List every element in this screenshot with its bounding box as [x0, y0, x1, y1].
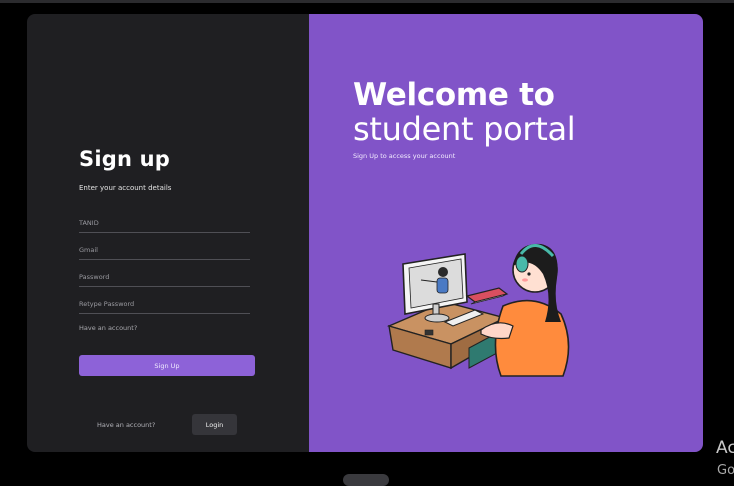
gmail-input[interactable]	[79, 241, 250, 260]
corner-overlay-subtext: Go	[717, 463, 734, 478]
signup-form-panel: Sign up Enter your account details Have …	[27, 14, 309, 452]
corner-overlay-text: Ac	[716, 438, 734, 458]
retype-password-input[interactable]	[79, 295, 250, 314]
welcome-subtitle: Sign Up to access your account	[353, 152, 456, 160]
taskbar-pill	[343, 474, 389, 486]
welcome-panel: Welcome to student portal Sign Up to acc…	[309, 14, 703, 452]
footer-have-account-text: Have an account?	[97, 421, 156, 429]
password-input[interactable]	[79, 268, 250, 287]
student-laptop-illustration	[386, 243, 570, 377]
signup-subtitle: Enter your account details	[79, 184, 172, 192]
top-edge-line	[0, 0, 734, 3]
tanid-input[interactable]	[79, 214, 250, 233]
have-account-hint: Have an account?	[79, 324, 138, 332]
signup-card: Sign up Enter your account details Have …	[27, 14, 703, 452]
signup-button[interactable]: Sign Up	[79, 355, 255, 376]
portal-heading: student portal	[353, 110, 576, 148]
welcome-heading: Welcome to	[353, 77, 555, 113]
signup-title: Sign up	[79, 147, 170, 171]
login-button[interactable]: Login	[192, 414, 237, 435]
